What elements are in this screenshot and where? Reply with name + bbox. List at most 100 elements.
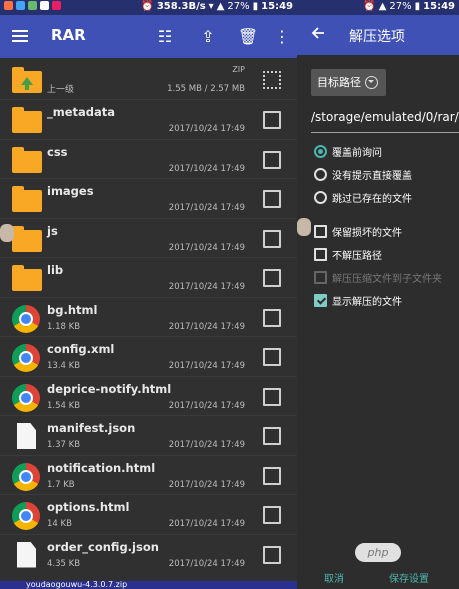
file-name: lib bbox=[47, 263, 64, 277]
back-arrow-icon[interactable] bbox=[311, 26, 325, 40]
file-name: notification.html bbox=[47, 460, 156, 475]
chrome-html-icon bbox=[12, 502, 42, 530]
file-name: options.html bbox=[47, 500, 130, 514]
file-checkbox[interactable] bbox=[263, 190, 281, 208]
notification-icons bbox=[4, 1, 61, 10]
extract-options-dialog: ⏰ ▲ 27% ▮ 15:49 解压选项 目标路径 /storage/emula… bbox=[297, 0, 459, 589]
file-size: 14 KB bbox=[47, 519, 72, 529]
list-item[interactable]: manifest.json 1.37 KB 2017/10/24 17:49 bbox=[0, 416, 297, 456]
file-date: 2017/10/24 17:49 bbox=[168, 558, 245, 569]
delete-icon[interactable]: 🗑 bbox=[237, 26, 259, 48]
list-item[interactable]: order_config.json 4.35 KB 2017/10/24 17:… bbox=[0, 535, 297, 575]
archive-size: 1.55 MB / 2.57 MB bbox=[167, 84, 245, 94]
document-icon bbox=[12, 423, 42, 451]
file-checkbox[interactable] bbox=[263, 545, 281, 564]
list-item[interactable]: options.html 14 KB 2017/10/24 17:49 bbox=[0, 495, 297, 535]
destination-path-button[interactable]: 目标路径 bbox=[311, 69, 386, 96]
file-name: js bbox=[47, 223, 58, 238]
check-keep-broken-files[interactable]: 保留损坏的文件 bbox=[314, 223, 459, 241]
archive-type-badge: ZIP bbox=[232, 65, 245, 74]
file-checkbox[interactable] bbox=[263, 308, 281, 327]
check-extract-to-subfolders: 解压压缩文件到子文件夹 bbox=[314, 269, 459, 287]
more-options-icon[interactable]: ⋮ bbox=[271, 26, 293, 48]
check-no-paths[interactable]: 不解压路径 bbox=[314, 246, 459, 264]
file-name: bg.html bbox=[47, 302, 98, 317]
list-item[interactable]: lib 2017/10/24 17:49 bbox=[0, 258, 297, 298]
select-all-checkbox[interactable] bbox=[263, 71, 281, 89]
battery-icon: ▮ bbox=[414, 1, 421, 12]
document-icon bbox=[12, 541, 42, 570]
file-date: 2017/10/24 17:49 bbox=[168, 242, 245, 253]
clock: 15:49 bbox=[261, 1, 293, 12]
checkbox-checked-icon bbox=[314, 294, 327, 307]
radio-skip-existing[interactable]: 跳过已存在的文件 bbox=[314, 189, 459, 207]
mascot-sticker-icon bbox=[297, 218, 311, 236]
list-item[interactable]: _metadata 2017/10/24 17:49 bbox=[0, 100, 297, 140]
file-checkbox[interactable] bbox=[263, 111, 281, 129]
file-name: _metadata bbox=[47, 105, 116, 119]
list-item[interactable]: bg.html 1.18 KB 2017/10/24 17:49 bbox=[0, 298, 297, 337]
status-right: ⏰ 358.3B/s ▾ ▲ 27% ▮ 15:49 bbox=[141, 1, 293, 12]
list-item-parent[interactable]: ZIP 上一级 1.55 MB / 2.57 MB bbox=[0, 60, 297, 100]
app-notification-icon bbox=[4, 1, 13, 10]
destination-path-input[interactable]: /storage/emulated/0/rar/y bbox=[311, 110, 459, 132]
file-date: 2017/10/24 17:49 bbox=[168, 519, 245, 529]
file-checkbox[interactable] bbox=[263, 387, 281, 406]
radio-overwrite-without-prompt[interactable]: 没有提示直接覆盖 bbox=[314, 166, 459, 184]
file-date: 2017/10/24 17:49 bbox=[168, 163, 245, 174]
rar-file-browser: ⏰ 358.3B/s ▾ ▲ 27% ▮ 15:49 RAR ☷ ⇪ 🗑 ⋮ Z… bbox=[0, 0, 297, 589]
file-checkbox[interactable] bbox=[263, 150, 281, 169]
add-to-archive-icon[interactable]: ☷ bbox=[154, 26, 176, 48]
battery-percent: 27% bbox=[389, 1, 412, 12]
option-label: 保留损坏的文件 bbox=[332, 228, 402, 239]
file-checkbox[interactable] bbox=[263, 229, 281, 248]
dialog-header: 解压选项 bbox=[297, 15, 459, 55]
list-item[interactable]: images 2017/10/24 17:49 bbox=[0, 179, 297, 219]
extract-icon[interactable]: ⇪ bbox=[197, 26, 219, 48]
input-underline bbox=[311, 132, 459, 133]
folder-icon bbox=[12, 225, 42, 254]
file-date: 2017/10/24 17:49 bbox=[168, 282, 245, 292]
folder-up-icon bbox=[12, 67, 42, 95]
signal-icon: ▲ bbox=[216, 1, 225, 12]
app-notification-icon bbox=[52, 1, 61, 10]
checkbox-icon bbox=[314, 248, 327, 261]
list-item[interactable]: config.xml 13.4 KB 2017/10/24 17:49 bbox=[0, 337, 297, 377]
mascot-sticker-icon bbox=[0, 224, 14, 242]
wifi-icon: ▾ bbox=[208, 1, 214, 12]
option-label: 解压压缩文件到子文件夹 bbox=[332, 274, 442, 285]
file-date: 2017/10/24 17:49 bbox=[168, 440, 245, 450]
chrome-html-icon bbox=[12, 344, 42, 372]
save-settings-button[interactable]: 保存设置 bbox=[389, 570, 429, 585]
check-show-extracted-files[interactable]: 显示解压的文件 bbox=[314, 292, 459, 310]
cancel-button[interactable]: 取消 bbox=[324, 570, 344, 585]
app-notification-icon bbox=[16, 1, 25, 10]
status-bar: ⏰ ▲ 27% ▮ 15:49 bbox=[297, 0, 459, 15]
file-name: css bbox=[47, 144, 68, 159]
file-name: 上一级 bbox=[47, 85, 75, 95]
hamburger-menu-icon[interactable] bbox=[12, 30, 28, 42]
file-checkbox[interactable] bbox=[263, 427, 281, 445]
radio-icon bbox=[314, 168, 327, 181]
chrome-html-icon bbox=[12, 462, 42, 491]
app-notification-icon bbox=[28, 1, 37, 10]
toolbar: RAR ☷ ⇪ 🗑 ⋮ bbox=[0, 15, 297, 58]
file-checkbox[interactable] bbox=[263, 466, 281, 485]
file-name: order_config.json bbox=[47, 539, 159, 554]
file-name: deprice-notify.html bbox=[47, 381, 172, 396]
alarm-icon: ⏰ bbox=[363, 1, 376, 12]
file-size: 1.54 KB bbox=[47, 400, 81, 411]
network-speed: 358.3B/s bbox=[156, 1, 206, 12]
list-item[interactable]: deprice-notify.html 1.54 KB 2017/10/24 1… bbox=[0, 377, 297, 416]
file-checkbox[interactable] bbox=[263, 348, 281, 366]
file-checkbox[interactable] bbox=[263, 506, 281, 524]
checkbox-disabled-icon bbox=[314, 271, 327, 284]
folder-icon bbox=[12, 186, 42, 214]
file-checkbox[interactable] bbox=[263, 269, 281, 287]
radio-ask-before-overwrite[interactable]: 覆盖前询问 bbox=[314, 143, 459, 161]
file-size: 1.7 KB bbox=[47, 479, 75, 490]
list-item[interactable]: notification.html 1.7 KB 2017/10/24 17:4… bbox=[0, 456, 297, 495]
list-item[interactable]: css 2017/10/24 17:49 bbox=[0, 140, 297, 179]
list-item[interactable]: js 2017/10/24 17:49 bbox=[0, 219, 297, 258]
file-date: 2017/10/24 17:49 bbox=[168, 400, 245, 411]
